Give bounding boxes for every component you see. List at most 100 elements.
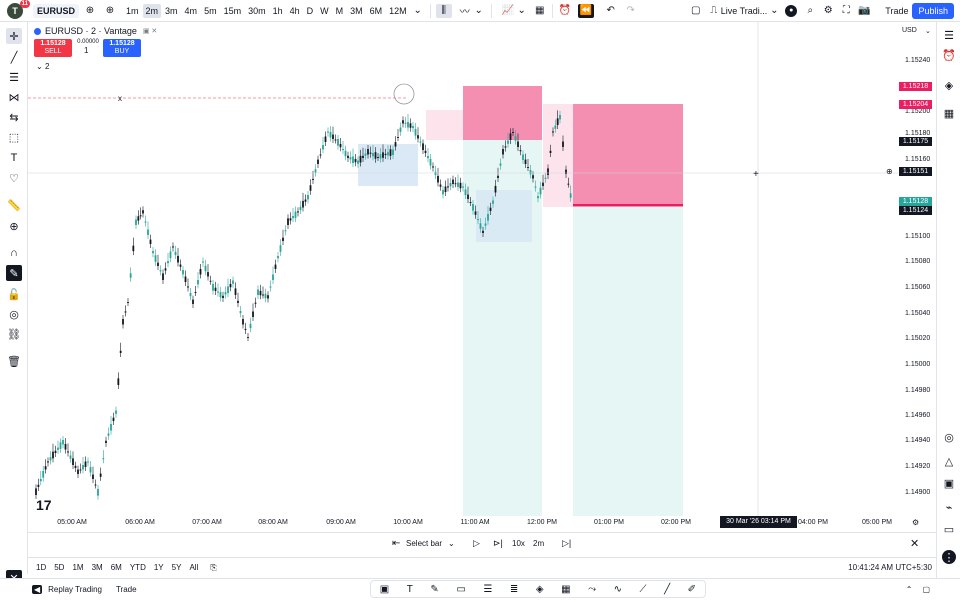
curve-icon[interactable]: ∿: [614, 584, 622, 595]
signal-icon[interactable]: ⌁: [942, 500, 956, 514]
indicators-toggle[interactable]: ⌄ 2: [36, 62, 49, 71]
heart-icon[interactable]: ♡: [6, 170, 22, 186]
interval-1m[interactable]: 1m: [123, 4, 142, 18]
sell-button[interactable]: 1.15128 SELL: [34, 39, 72, 57]
range-1D[interactable]: 1D: [36, 563, 46, 572]
range-5D[interactable]: 5D: [54, 563, 64, 572]
interval-M[interactable]: M: [333, 4, 347, 18]
image-icon[interactable]: ▣: [380, 584, 389, 595]
replay-trading-tab[interactable]: Replay Trading: [48, 585, 102, 594]
crosshair-icon[interactable]: ✛: [6, 28, 22, 44]
layers-icon[interactable]: ◈: [942, 78, 956, 92]
link-icon[interactable]: ⛓: [6, 326, 22, 342]
interval-6M[interactable]: 6M: [367, 4, 386, 18]
stay-drawing-icon[interactable]: ✎: [6, 265, 22, 281]
chevron-down-icon[interactable]: ⌄: [925, 27, 931, 35]
watchlist-icon[interactable]: ☰: [942, 28, 956, 42]
grid-tool-icon[interactable]: ▦: [561, 584, 570, 595]
prediction-icon[interactable]: ⇆: [6, 109, 22, 125]
geometric-shapes-icon[interactable]: ⬚: [6, 129, 22, 145]
interval-30m[interactable]: 30m: [245, 4, 269, 18]
trade-tab[interactable]: Trade: [116, 585, 137, 594]
indicators-icon[interactable]: 📈: [501, 4, 515, 18]
range-5Y[interactable]: 5Y: [172, 563, 182, 572]
interval-2m[interactable]: 2m: [142, 3, 162, 18]
goto-date-icon[interactable]: ⎘: [210, 563, 216, 573]
select-bar-button[interactable]: Select bar: [406, 539, 442, 548]
symbol-search[interactable]: EURUSD: [33, 3, 79, 18]
community-icon[interactable]: ●: [785, 4, 798, 17]
range-1Y[interactable]: 1Y: [154, 563, 164, 572]
close-replay-icon[interactable]: ✕: [910, 537, 919, 550]
fib-icon[interactable]: ☰: [6, 69, 22, 85]
layout-grid-icon[interactable]: ▦: [533, 4, 547, 18]
settings-icon[interactable]: ⚙: [821, 4, 835, 18]
brush-icon[interactable]: ✐: [688, 584, 696, 595]
camera-icon[interactable]: 📷: [857, 4, 871, 18]
lock-icon[interactable]: 🔓: [6, 286, 22, 302]
interval-D[interactable]: D: [304, 4, 317, 18]
eye-tool-icon[interactable]: ◈: [536, 584, 544, 595]
zoom-in-icon[interactable]: ⊕: [6, 218, 22, 234]
pattern-icon[interactable]: ⋈: [6, 89, 22, 105]
range-1M[interactable]: 1M: [72, 563, 83, 572]
alerts-icon[interactable]: ⏰: [942, 48, 956, 62]
range-All[interactable]: All: [189, 563, 198, 572]
calendar-icon[interactable]: ▦: [942, 106, 956, 120]
chevron-down-icon[interactable]: ⌄: [411, 4, 425, 18]
interval-5m[interactable]: 5m: [201, 4, 220, 18]
fullscreen-icon[interactable]: ⛶: [839, 4, 853, 18]
price-axis[interactable]: [898, 22, 936, 530]
play-icon[interactable]: ▷: [473, 538, 480, 549]
user-avatar[interactable]: T 11: [7, 0, 30, 19]
trading-account-selector[interactable]: Live Tradi...: [721, 6, 768, 16]
interval-4m[interactable]: 4m: [182, 4, 201, 18]
path-icon[interactable]: ⤳: [588, 584, 596, 595]
price-chart[interactable]: x +17: [28, 22, 898, 530]
publish-button[interactable]: Publish: [912, 2, 954, 19]
chevron-down-icon[interactable]: ⌄: [472, 4, 486, 18]
candles-icon[interactable]: ⫼: [435, 3, 452, 18]
comment-icon[interactable]: ▭: [456, 584, 465, 595]
interval-1h[interactable]: 1h: [270, 4, 286, 18]
fullscreen-box-icon[interactable]: ▢: [689, 4, 703, 18]
chevron-up-icon[interactable]: ⌃: [906, 585, 913, 594]
range-YTD[interactable]: YTD: [130, 563, 146, 572]
collapse-icon[interactable]: ◀: [32, 585, 43, 594]
replay-icon[interactable]: ⏪: [577, 3, 594, 18]
ruler-icon[interactable]: 📏: [6, 197, 22, 213]
line-chart-icon[interactable]: 〰: [458, 4, 472, 18]
speed-button[interactable]: 10x: [512, 539, 525, 548]
redo-icon[interactable]: ↷: [624, 4, 638, 18]
interval-W[interactable]: W: [317, 4, 332, 18]
chevron-down-icon[interactable]: ⌄: [767, 4, 781, 18]
range-3M[interactable]: 3M: [92, 563, 103, 572]
target-icon[interactable]: ◎: [942, 430, 956, 444]
trade-button[interactable]: Trade: [885, 6, 908, 16]
chat-icon[interactable]: ▭: [942, 522, 956, 536]
add-symbol-icon[interactable]: ⊕: [103, 4, 117, 18]
interval-12M[interactable]: 12M: [386, 4, 410, 18]
chevron-down-icon[interactable]: ⌄: [448, 539, 455, 548]
replay-interval-button[interactable]: 2m: [533, 539, 544, 548]
parallel-channel-icon[interactable]: ☰: [483, 584, 492, 595]
alert-icon[interactable]: ⏰: [558, 4, 572, 18]
search-icon[interactable]: ⌕: [803, 4, 817, 18]
order-quantity[interactable]: 1: [84, 46, 88, 55]
magnet-icon[interactable]: ∩: [6, 245, 22, 261]
maximize-icon[interactable]: ▢: [922, 585, 930, 594]
text-icon[interactable]: T: [6, 150, 22, 166]
interval-3m[interactable]: 3m: [162, 4, 181, 18]
chevron-down-icon[interactable]: ⌄: [515, 4, 529, 18]
clock[interactable]: 10:41:24 AM UTC+5:30: [848, 563, 932, 572]
more-icon[interactable]: ▣ ✕: [143, 27, 157, 35]
ideas-icon[interactable]: △: [942, 454, 956, 468]
fib-tool-icon[interactable]: ≣: [510, 584, 518, 595]
currency-label[interactable]: USD: [902, 27, 917, 34]
help-icon[interactable]: ⋮: [942, 550, 956, 564]
jump-to-realtime-icon[interactable]: ▷|: [562, 538, 571, 549]
text-tool-icon[interactable]: T: [407, 584, 413, 595]
undo-icon[interactable]: ↶: [604, 4, 618, 18]
interval-15m[interactable]: 15m: [221, 4, 245, 18]
interval-3M[interactable]: 3M: [347, 4, 366, 18]
